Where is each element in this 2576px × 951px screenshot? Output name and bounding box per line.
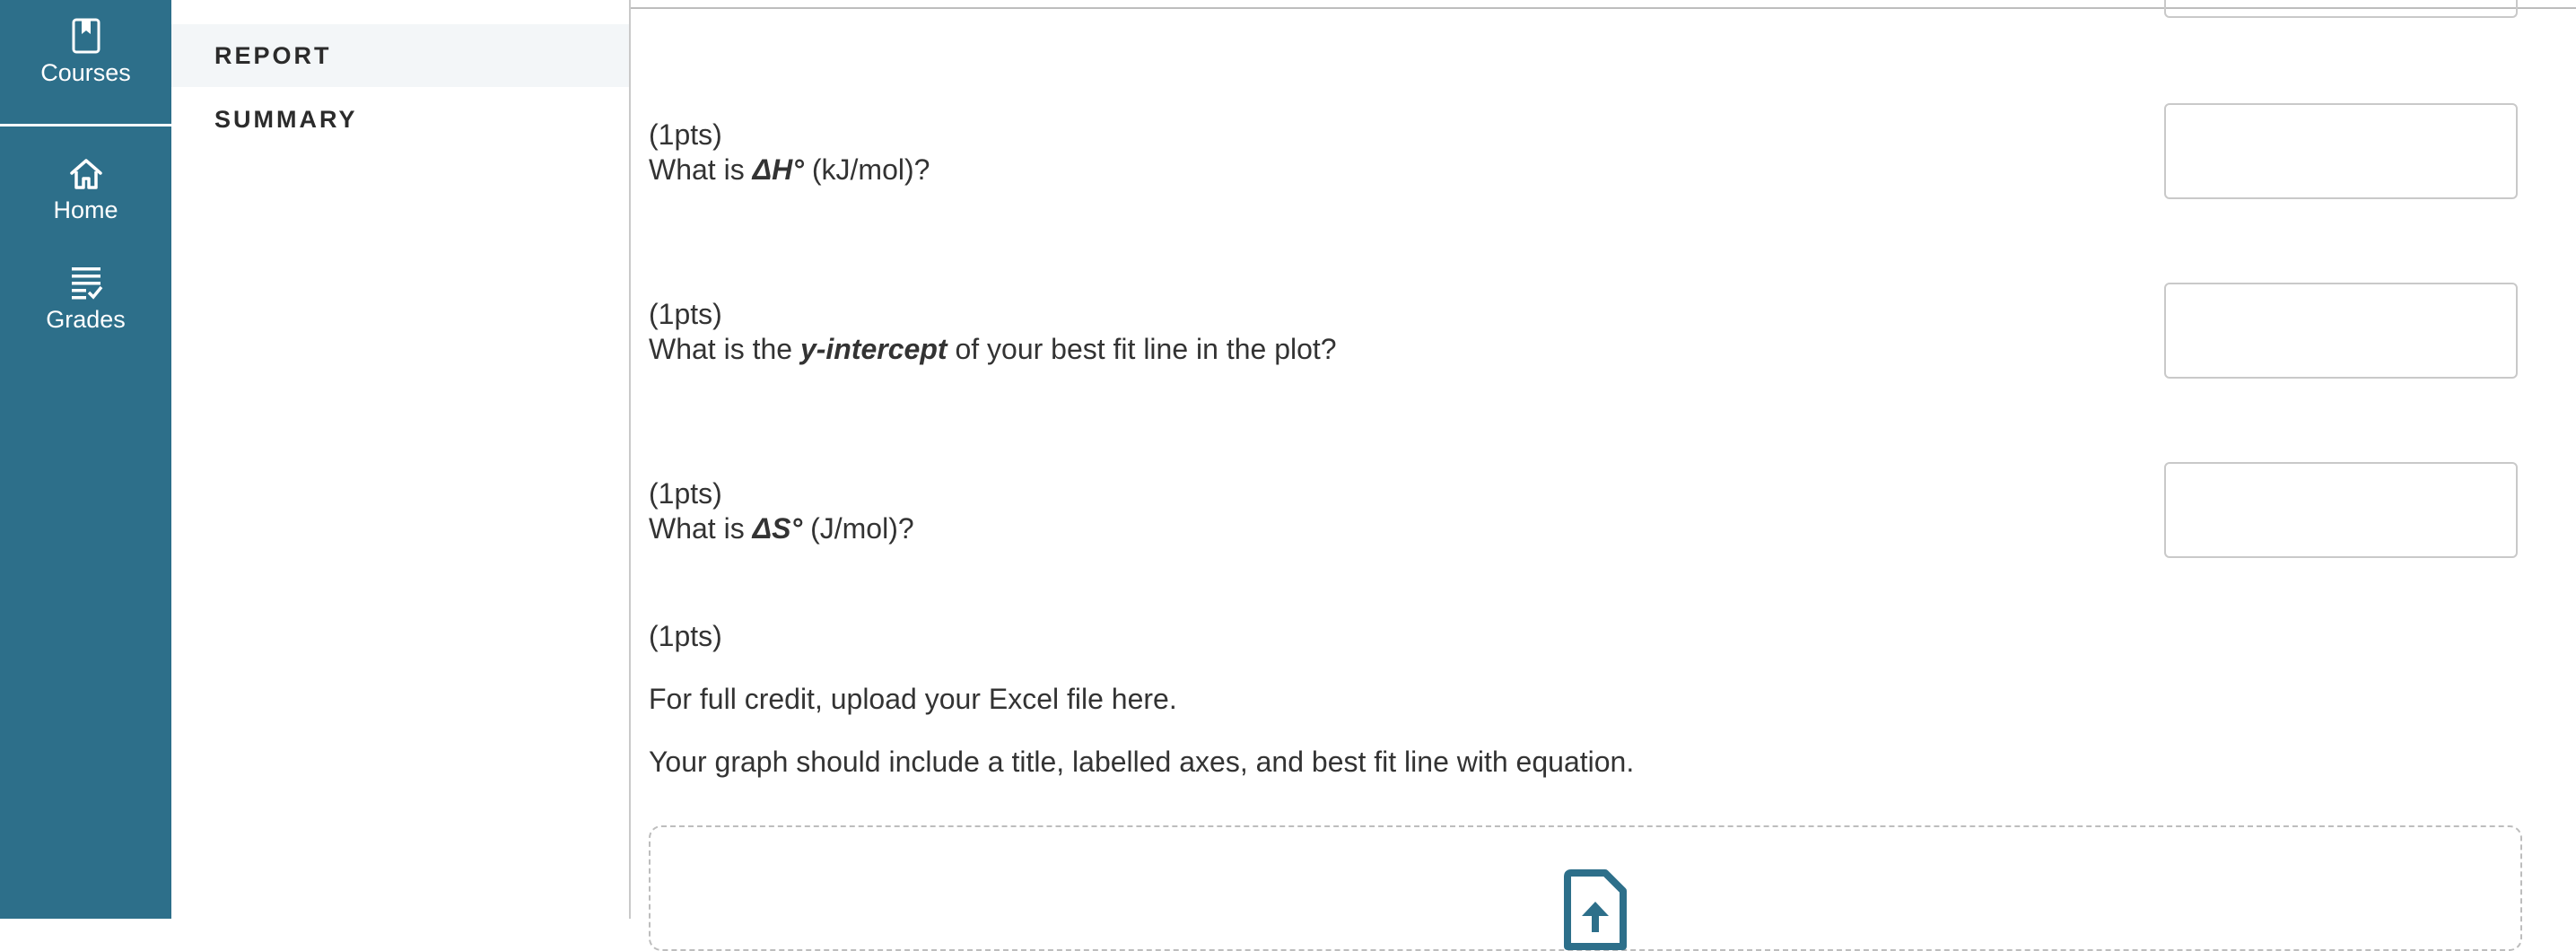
question-2-points: (1pts) — [649, 298, 722, 330]
question-3: (1pts) What is ΔS° (J/mol)? — [649, 476, 914, 546]
question-3-term: ΔS° — [752, 512, 803, 545]
file-upload-icon — [1564, 869, 1627, 950]
question-3-points: (1pts) — [649, 477, 722, 510]
nav-courses-label: Courses — [40, 59, 131, 86]
question-1-points: (1pts) — [649, 118, 722, 151]
nav-grades-label: Grades — [46, 306, 126, 333]
nav-divider — [0, 124, 171, 127]
question-1: (1pts) What is ΔH° (kJ/mol)? — [649, 118, 930, 188]
question-1-answer-input[interactable] — [2164, 103, 2518, 199]
file-upload-dropzone[interactable] — [649, 825, 2522, 951]
question-1-suffix: (kJ/mol)? — [803, 153, 930, 186]
main-content: (1pts) What is ΔH° (kJ/mol)? (1pts) What… — [631, 0, 2576, 951]
question-2: (1pts) What is the y-intercept of your b… — [649, 297, 1337, 367]
upload-instruction-1: For full credit, upload your Excel file … — [649, 683, 1177, 715]
nav-courses[interactable]: Courses — [0, 18, 171, 87]
question-2-answer-input[interactable] — [2164, 283, 2518, 379]
section-nav-summary[interactable]: SUMMARY — [171, 88, 629, 151]
section-nav-report[interactable]: REPORT — [171, 24, 629, 87]
question-1-term: ΔH° — [752, 153, 804, 186]
section-nav: REPORT SUMMARY — [171, 0, 631, 919]
upload-points: (1pts) — [649, 620, 722, 652]
question-3-text: What is ΔS° (J/mol)? — [649, 511, 914, 546]
upload-instruction-2: Your graph should include a title, label… — [649, 746, 1635, 778]
question-3-suffix: (J/mol)? — [802, 512, 914, 545]
question-3-answer-input[interactable] — [2164, 462, 2518, 558]
global-nav: Courses Home Grades — [0, 0, 171, 919]
question-1-text: What is ΔH° (kJ/mol)? — [649, 153, 930, 188]
nav-home[interactable]: Home — [0, 157, 171, 224]
book-icon — [72, 18, 100, 54]
section-nav-report-label: REPORT — [214, 42, 332, 69]
question-2-suffix: of your best fit line in the plot? — [947, 333, 1337, 365]
question-3-prefix: What is — [649, 512, 753, 545]
grades-icon — [71, 267, 102, 300]
question-2-term: y-intercept — [799, 333, 947, 365]
question-2-prefix: What is the — [649, 333, 800, 365]
section-nav-summary-label: SUMMARY — [214, 106, 358, 133]
question-2-text: What is the y-intercept of your best fit… — [649, 332, 1337, 367]
nav-grades[interactable]: Grades — [0, 265, 171, 334]
question-1-prefix: What is — [649, 153, 753, 186]
home-icon — [69, 159, 102, 189]
nav-home-label: Home — [53, 196, 118, 223]
answer-input-partial[interactable] — [2164, 0, 2518, 18]
